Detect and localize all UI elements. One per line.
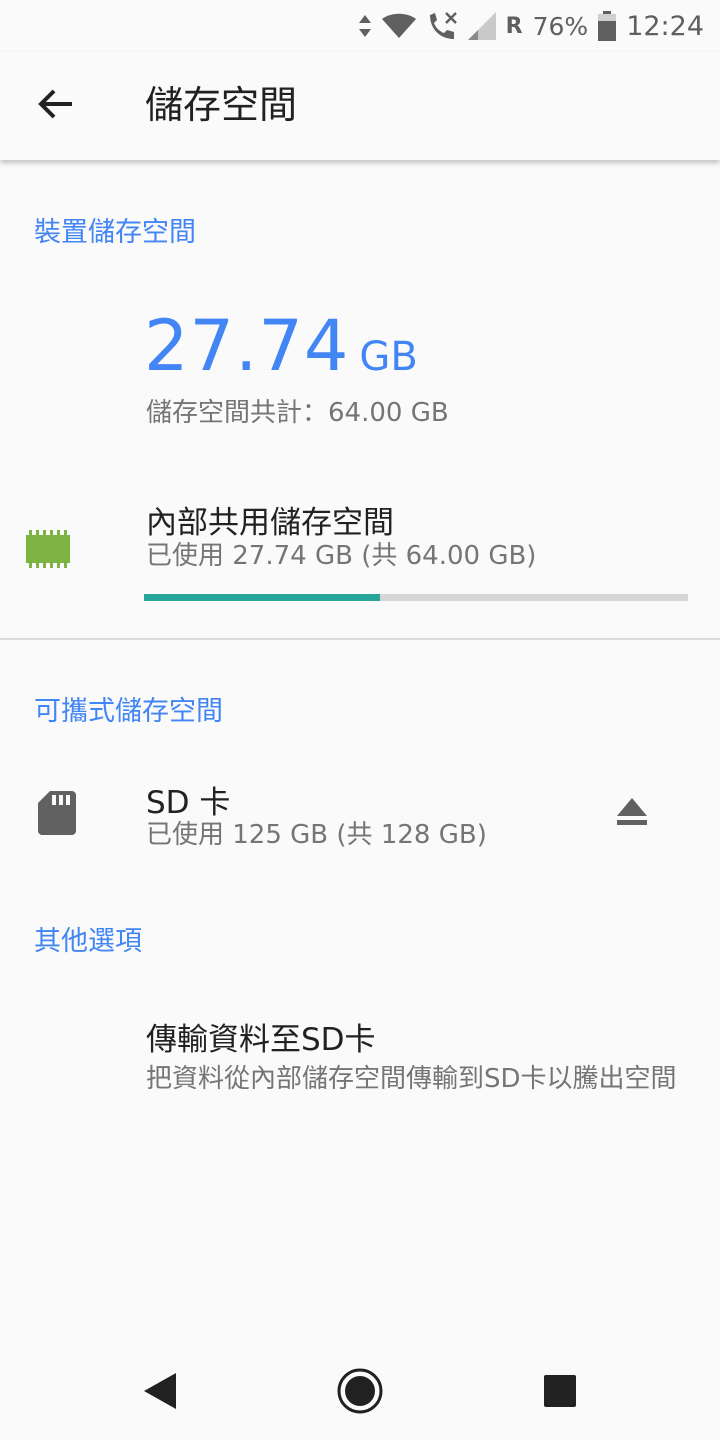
sd-card-title: SD 卡 [146,785,231,821]
memory-chip-icon [26,530,70,572]
signal-icon [467,12,496,40]
device-storage-header: 裝置儲存空間 [34,217,196,248]
internal-storage-progress [144,594,688,601]
data-arrows-icon [358,13,372,39]
used-storage-number: 27.74 [144,305,350,387]
eject-button[interactable] [600,788,664,840]
home-circle-icon [336,1367,384,1419]
internal-storage-subtitle: 已使用 27.74 GB (共 64.00 GB) [146,541,537,571]
arrow-back-icon [38,88,74,124]
used-storage-unit: GB [359,334,418,380]
page-title: 儲存空間 [145,83,298,127]
clock: 12:24 [626,10,704,42]
app-bar: 儲存空間 [0,52,720,160]
call-icon [426,11,458,41]
wifi-icon [381,13,416,39]
transfer-subtitle: 把資料從內部儲存空間傳輸到SD卡以騰出空間 [146,1064,677,1094]
recents-square-icon [544,1375,576,1411]
battery-icon [598,11,617,41]
portable-storage-header: 可攜式儲存空間 [34,696,223,727]
nav-home-button[interactable] [332,1365,388,1421]
eject-icon [616,798,648,830]
transfer-title: 傳輸資料至SD卡 [146,1022,376,1058]
navigation-bar [0,1343,720,1440]
status-bar: R 76% 12:24 [0,0,720,52]
other-options-header: 其他選項 [34,926,142,957]
internal-storage-title: 內部共用儲存空間 [146,505,394,541]
roaming-label: R [505,13,523,39]
total-storage-label: 儲存空間共計：64.00 GB [146,398,449,428]
nav-recents-button[interactable] [532,1365,588,1421]
used-storage-value: 27.74 GB [144,305,418,387]
back-triangle-icon [142,1371,178,1415]
battery-percent: 76% [532,11,589,41]
section-divider [0,638,720,640]
back-button[interactable] [28,78,84,134]
nav-back-button[interactable] [132,1365,188,1421]
sd-card-icon [38,791,76,839]
sd-card-subtitle: 已使用 125 GB (共 128 GB) [146,820,487,850]
internal-storage-progress-fill [144,594,380,601]
